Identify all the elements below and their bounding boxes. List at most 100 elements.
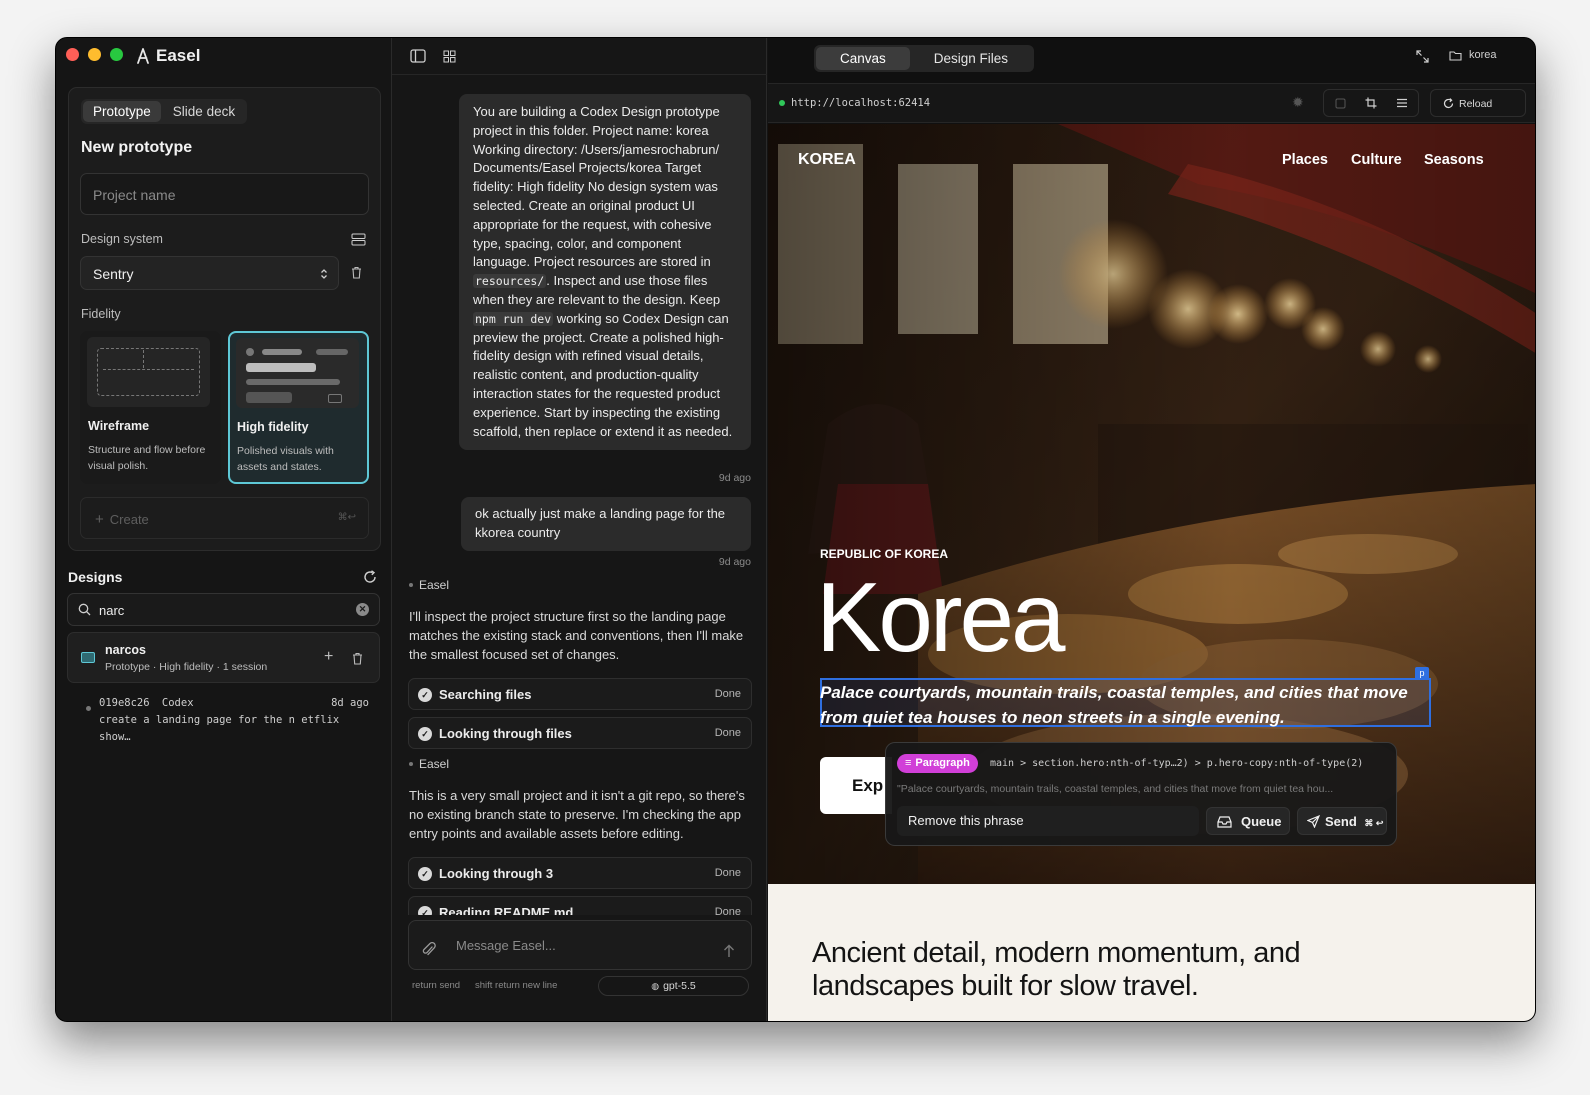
- toggle-sidebar-icon[interactable]: [410, 49, 426, 63]
- create-button[interactable]: + Create ⌘↩: [80, 497, 369, 539]
- preview-tabs: Canvas Design Files: [814, 45, 1035, 72]
- prompt-code-npm: npm run dev: [473, 311, 554, 326]
- check-circle-icon: ✓: [418, 867, 432, 881]
- refresh-icon[interactable]: [363, 570, 377, 584]
- chat-panel: You are building a Codex Design prototyp…: [392, 38, 767, 1021]
- user-message-prompt: You are building a Codex Design prototyp…: [459, 94, 751, 451]
- wireframe-thumbnail: [87, 337, 210, 407]
- tab-slide-deck[interactable]: Slide deck: [163, 101, 245, 122]
- site-nav-places[interactable]: Places: [1282, 152, 1328, 168]
- view-tools-group: [1323, 89, 1419, 117]
- session-id: 019e8c26: [99, 697, 150, 709]
- session-summary: create a landing page for the n etflix s…: [99, 714, 340, 743]
- element-selector: main > section.hero:nth-of-typ…2) > p.he…: [990, 758, 1364, 769]
- selection-handle[interactable]: p: [1415, 667, 1429, 680]
- project-name: korea: [1469, 49, 1497, 61]
- tool-step-looking[interactable]: ✓ Looking through files Done: [408, 717, 752, 749]
- intro-heading: Ancient detail, modern momentum, and lan…: [812, 937, 1301, 1003]
- search-value: narc: [99, 603, 125, 618]
- preview-panel: Canvas Design Files korea http://localho…: [768, 38, 1535, 1021]
- clear-search-icon[interactable]: ✕: [356, 603, 369, 616]
- queue-button[interactable]: Queue: [1206, 807, 1290, 835]
- reload-button[interactable]: Reload: [1430, 89, 1526, 117]
- paper-plane-icon: [1307, 815, 1320, 828]
- site-nav-seasons[interactable]: Seasons: [1424, 152, 1484, 168]
- intro-section: Ancient detail, modern momentum, and lan…: [768, 884, 1535, 1021]
- app-title-text: Easel: [156, 46, 201, 65]
- crop-icon[interactable]: [1365, 97, 1377, 109]
- queue-label: Queue: [1241, 814, 1282, 829]
- send-shortcut: ⌘ ↩: [1364, 818, 1384, 828]
- session-age: 8d ago: [331, 697, 369, 709]
- inspect-icon[interactable]: ✹: [1292, 94, 1304, 111]
- minimize-window-button[interactable]: [88, 48, 101, 61]
- project-name-input[interactable]: Project name: [80, 173, 369, 215]
- new-prototype-heading: New prototype: [81, 139, 193, 156]
- chevron-up-down-icon: [321, 269, 327, 279]
- hero-kicker: REPUBLIC OF KOREA: [820, 547, 949, 561]
- tool-step-searching[interactable]: ✓ Searching files Done: [408, 678, 752, 710]
- expand-icon[interactable]: [1416, 50, 1429, 63]
- hero-cta-button[interactable]: Exp: [820, 757, 892, 814]
- add-session-icon[interactable]: +: [324, 648, 333, 666]
- edit-instruction-input[interactable]: Remove this phrase: [897, 806, 1199, 836]
- send-button[interactable]: Send ⌘ ↩: [1297, 807, 1387, 835]
- design-item-narcos[interactable]: narcos Prototype · High fidelity · 1 ses…: [67, 632, 380, 683]
- site-nav-culture[interactable]: Culture: [1351, 152, 1402, 168]
- step-name: Looking through 3: [439, 866, 554, 881]
- easel-logo-icon: [137, 48, 149, 64]
- image-icon: [328, 394, 342, 403]
- element-type-badge: ≡ Paragraph: [897, 754, 978, 773]
- agent-dot-icon: [409, 583, 413, 587]
- tab-canvas[interactable]: Canvas: [816, 47, 910, 70]
- device-icon[interactable]: [1335, 98, 1346, 109]
- high-fidelity-thumbnail: [236, 338, 359, 408]
- check-circle-icon: ✓: [418, 727, 432, 741]
- element-inspector-popover: ≡ Paragraph main > section.hero:nth-of-ty…: [885, 742, 1397, 846]
- paragraph-icon: ≡: [905, 757, 912, 769]
- session-item[interactable]: 019e8c26 Codex 8d ago create a landing p…: [99, 695, 369, 743]
- high-fidelity-title: High fidelity: [237, 420, 309, 434]
- model-picker[interactable]: ◍ gpt-5.5: [598, 976, 749, 996]
- grid-view-icon[interactable]: [443, 50, 456, 63]
- hero-section: KOREA Places Culture Seasons REPUBLIC OF…: [768, 124, 1535, 884]
- designs-search-input[interactable]: narc ✕: [67, 593, 380, 626]
- preview-url[interactable]: http://localhost:62414: [791, 97, 930, 109]
- message-input[interactable]: Message Easel...: [456, 938, 556, 953]
- prompt-text-1: You are building a Codex Design prototyp…: [473, 104, 720, 270]
- tab-prototype[interactable]: Prototype: [83, 101, 161, 122]
- design-system-select[interactable]: Sentry: [80, 256, 339, 290]
- hero-title: Korea: [816, 562, 1066, 672]
- chat-scroll-area[interactable]: You are building a Codex Design prototyp…: [392, 75, 767, 915]
- tool-step-looking-3[interactable]: ✓ Looking through 3 Done: [408, 857, 752, 889]
- composer[interactable]: Message Easel...: [408, 920, 752, 970]
- zoom-window-button[interactable]: [110, 48, 123, 61]
- left-sidebar: Easel Prototype Slide deck New prototype…: [56, 38, 392, 1021]
- menu-lines-icon[interactable]: [1396, 98, 1408, 108]
- agent-label: Easel: [419, 757, 450, 771]
- element-type-label: Paragraph: [915, 757, 970, 769]
- server-status-dot: [779, 100, 785, 106]
- app-title: Easel: [136, 46, 200, 66]
- queue-tray-icon: [1217, 816, 1232, 828]
- hero-copy[interactable]: Palace courtyards, mountain trails, coas…: [820, 680, 1426, 730]
- fidelity-label: Fidelity: [81, 307, 121, 321]
- close-window-button[interactable]: [66, 48, 79, 61]
- attachment-icon[interactable]: [422, 942, 436, 958]
- fidelity-option-high-fidelity[interactable]: High fidelity Polished visuals with asse…: [228, 331, 369, 484]
- design-system-list-icon[interactable]: [351, 233, 366, 246]
- trash-icon[interactable]: [351, 266, 362, 279]
- wireframe-desc: Structure and flow before visual polish.: [88, 444, 206, 472]
- design-system-value: Sentry: [93, 266, 134, 282]
- tool-step-reading[interactable]: ✓ Reading README.md Done: [408, 896, 752, 915]
- hint-newline: shift return new line: [475, 980, 558, 991]
- fidelity-option-wireframe[interactable]: Wireframe Structure and flow before visu…: [80, 331, 221, 484]
- send-arrow-icon[interactable]: [723, 944, 735, 958]
- tab-design-files[interactable]: Design Files: [910, 47, 1032, 70]
- wireframe-title: Wireframe: [88, 419, 150, 433]
- prompt-code-resources: resources/: [473, 274, 547, 289]
- chat-toolbar: [392, 38, 767, 75]
- site-brand[interactable]: KOREA: [798, 151, 856, 169]
- delete-design-icon[interactable]: [352, 652, 363, 665]
- intro-heading-line-2: landscapes built for slow travel.: [812, 970, 1199, 1002]
